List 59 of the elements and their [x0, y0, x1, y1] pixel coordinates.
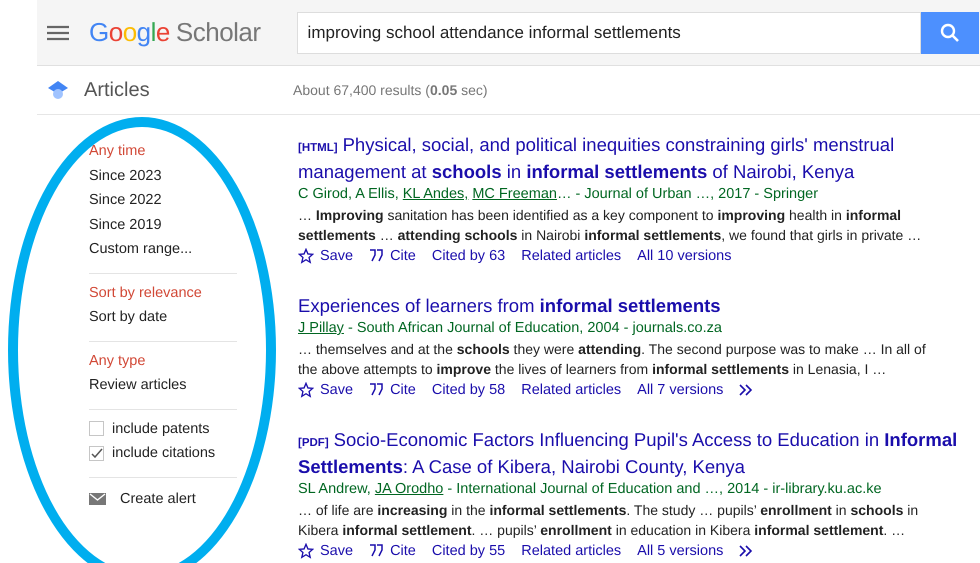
filter-link[interactable]: Review articles [89, 373, 237, 398]
filter-link[interactable]: Sort by date [89, 305, 237, 330]
search-field[interactable]: improving school attendance informal settlements [296, 12, 921, 54]
filter-link[interactable]: Custom range... [89, 237, 237, 262]
star-icon [298, 382, 314, 398]
author-link[interactable]: MC Freeman [472, 186, 557, 202]
versions-link[interactable]: All 10 versions [637, 245, 732, 267]
cite-link[interactable]: Cite [369, 245, 416, 267]
quote-icon [369, 544, 384, 558]
result-snippet: … of life are increasing in the informal settlements. The study … pupils’ enrollment in schools in Kibera informal settlement. … pupils’ enrollment in education in Kibera informal settlement. … [298, 501, 920, 540]
related-articles-link[interactable]: Related articles [521, 245, 622, 267]
result-title[interactable]: Experiences of learners from informal settlements [298, 294, 980, 317]
search-icon [940, 22, 960, 42]
checkbox-label[interactable]: include citations [112, 445, 216, 462]
logo[interactable]: Google Scholar [89, 17, 261, 48]
cited-by-link[interactable]: Cited by 55 [432, 540, 506, 562]
result-title[interactable]: [PDF] Socio-Economic Factors Influencing Pupil's Access to Education in Informal Settlements: A Case of Kibera, Nairobi County, Kenya [298, 428, 980, 478]
byline-text: C Girod, A Ellis, [298, 186, 400, 202]
search-button[interactable] [920, 12, 979, 54]
checkbox[interactable] [89, 421, 104, 436]
envelope-icon [89, 492, 106, 504]
versions-link[interactable]: All 5 versions [637, 540, 724, 562]
cite-link[interactable]: Cite [369, 540, 416, 562]
filter-link[interactable]: Since 2019 [89, 212, 237, 237]
author-link[interactable]: J Pillay [298, 320, 344, 336]
filter-link[interactable]: Sort by relevance [89, 280, 237, 305]
filter-link[interactable]: Any time [89, 139, 237, 164]
save-link[interactable]: Save [298, 540, 354, 562]
versions-link[interactable]: All 7 versions [637, 379, 724, 401]
result-title[interactable]: [HTML] Physical, social, and political inequities constraining girls' menstrual management at schools in informal settlements of Nairobi, Kenya [298, 133, 980, 183]
byline-text: SL Andrew, [298, 481, 372, 497]
results-count: About 67,400 results (0.05 sec) [293, 82, 488, 98]
quote-icon [369, 249, 384, 263]
star-icon [298, 248, 314, 264]
create-alert-link[interactable]: Create alert [89, 484, 237, 512]
filter-link[interactable]: Any type [89, 348, 237, 373]
author-link[interactable]: KL Andes, [402, 186, 468, 202]
quote-icon [369, 383, 384, 397]
checkbox[interactable] [89, 446, 104, 461]
result-snippet: … Improving sanitation has been identified as a key component to improving health in informal settlements … attending schools in Nairobi informal settlements, we found that girls in private … [298, 206, 922, 245]
checkbox-label[interactable]: include patents [112, 420, 210, 437]
author-link[interactable]: JA Orodho [374, 481, 444, 497]
save-link[interactable]: Save [298, 245, 354, 267]
cited-by-link[interactable]: Cited by 63 [432, 245, 506, 267]
filter-link[interactable]: Since 2022 [89, 188, 237, 212]
byline-text: … - Journal of Urban …, 2017 - Springer [556, 186, 818, 202]
graduation-cap-icon [47, 80, 69, 100]
star-icon [298, 543, 314, 559]
byline-text: - South African Journal of Education, 2004 - journals.co.za [346, 320, 722, 336]
cited-by-link[interactable]: Cited by 58 [432, 379, 506, 401]
section-title: Articles [84, 78, 151, 102]
save-link[interactable]: Save [298, 379, 354, 401]
result-snippet: … themselves and at the schools they were attending. The second purpose was to make … In all of the above attempts to improve the lives of learners from informal settlements in Lenasia, I … [298, 340, 927, 379]
related-articles-link[interactable]: Related articles [521, 379, 622, 401]
filter-link[interactable]: Since 2023 [89, 164, 237, 188]
menu-icon[interactable] [47, 24, 69, 40]
cite-link[interactable]: Cite [369, 379, 416, 401]
byline-text: - International Journal of Education and …, 2014 - ir-library.ku.ac.ke [446, 481, 882, 497]
related-articles-link[interactable]: Related articles [521, 540, 622, 562]
